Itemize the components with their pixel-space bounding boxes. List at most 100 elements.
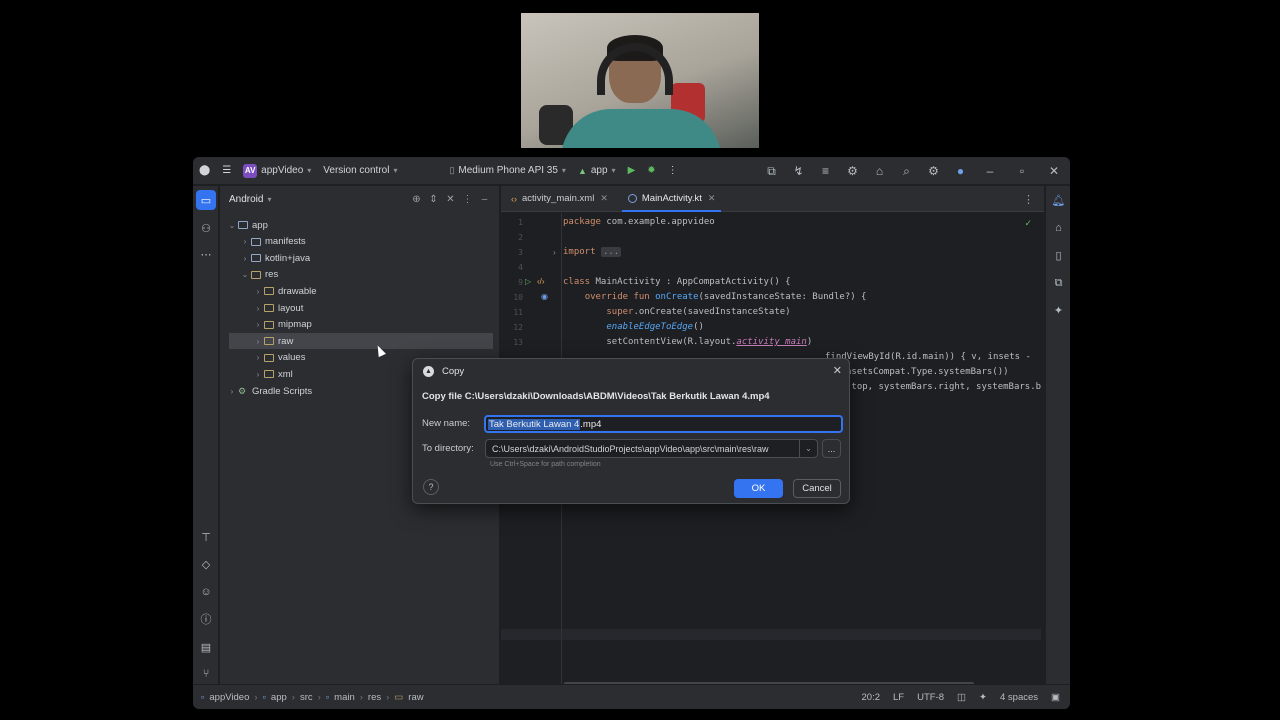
ai-assist-icon[interactable]: ✦ bbox=[979, 692, 987, 703]
indent-setting[interactable]: 4 spaces bbox=[1000, 692, 1038, 703]
breadcrumb-item[interactable]: app bbox=[271, 692, 287, 703]
readonly-toggle-icon[interactable]: ◫ bbox=[957, 692, 966, 703]
breadcrumb-item[interactable]: raw bbox=[408, 692, 423, 703]
caret-position[interactable]: 20:2 bbox=[862, 692, 881, 703]
new-name-input[interactable]: Tak Berkutik Lawan 4 .mp4 bbox=[484, 415, 843, 433]
code-line[interactable]: .top, systemBars.right, systemBars.b bbox=[846, 382, 1041, 392]
tree-item-manifests[interactable]: › manifests bbox=[220, 234, 494, 250]
chevron-right-icon[interactable]: › bbox=[252, 370, 264, 379]
vcs-menu[interactable]: Version control ▾ bbox=[317, 157, 403, 185]
fold-icon[interactable]: › bbox=[553, 248, 556, 257]
ok-button[interactable]: OK bbox=[734, 479, 783, 498]
browse-button[interactable]: ... bbox=[822, 439, 841, 458]
breadcrumb-item[interactable]: res bbox=[368, 692, 381, 703]
git-icon[interactable]: ⑂ bbox=[196, 664, 216, 684]
tree-item-app[interactable]: ⌄ app bbox=[220, 217, 494, 233]
project-folder-icon[interactable]: ▭ bbox=[196, 190, 216, 210]
main-menu-icon[interactable]: ☰ bbox=[216, 157, 237, 185]
tree-item-res[interactable]: ⌄ res bbox=[220, 267, 494, 283]
tree-item-raw[interactable]: › raw bbox=[229, 333, 493, 350]
terminal-icon[interactable]: ▤ bbox=[196, 637, 216, 657]
override-gutter-icon[interactable]: ◉ bbox=[541, 292, 548, 301]
gradle-icon[interactable]: ⌂ bbox=[1049, 218, 1068, 238]
line-number: 10 bbox=[513, 293, 523, 302]
code-line[interactable]: nsetsCompat.Type.systemBars()) bbox=[846, 367, 1009, 377]
chevron-down-icon[interactable]: ⌄ bbox=[799, 440, 817, 457]
settings-icon[interactable]: ⚙ bbox=[920, 157, 947, 185]
chevron-down-icon[interactable]: ⌄ bbox=[239, 270, 251, 279]
code-line[interactable]: enableEdgeToEdge() bbox=[563, 322, 704, 332]
chevron-right-icon[interactable]: › bbox=[252, 287, 264, 296]
tree-item-kotlin-java[interactable]: › kotlin+java bbox=[220, 250, 494, 266]
account-icon[interactable]: ● bbox=[947, 157, 974, 185]
code-line[interactable]: super.onCreate(savedInstanceState) bbox=[563, 307, 790, 317]
apply-changes-icon[interactable]: ↯ bbox=[785, 157, 812, 185]
run-gutter-icon[interactable]: ▷ bbox=[525, 277, 531, 286]
close-window-icon[interactable]: ✕ bbox=[1038, 157, 1070, 185]
close-icon[interactable]: ✕ bbox=[833, 364, 842, 377]
more-tools-icon[interactable]: ⋯ bbox=[196, 244, 216, 264]
expand-all-icon[interactable]: ⇕ bbox=[425, 194, 442, 205]
file-encoding[interactable]: UTF-8 bbox=[917, 692, 944, 703]
maximize-icon[interactable]: ▫ bbox=[1006, 157, 1038, 185]
chevron-right-icon[interactable]: › bbox=[252, 337, 264, 346]
minimize-icon[interactable]: – bbox=[974, 157, 1006, 185]
chevron-right-icon[interactable]: › bbox=[239, 237, 251, 246]
code-line[interactable]: setContentView(R.layout.activity_main) bbox=[563, 337, 812, 347]
chevron-right-icon[interactable]: › bbox=[252, 353, 264, 362]
close-tab-icon[interactable]: ✕ bbox=[600, 193, 608, 204]
chevron-right-icon[interactable]: › bbox=[226, 387, 238, 396]
gemini-sparkle-icon[interactable]: ✦ bbox=[1049, 300, 1068, 320]
locate-icon[interactable]: ⊕ bbox=[408, 194, 425, 205]
tree-item-drawable[interactable]: › drawable bbox=[220, 283, 494, 299]
folded-imports[interactable]: ... bbox=[600, 247, 622, 257]
code-line[interactable]: findViewById(R.id.main)) { v, insets - bbox=[825, 352, 1031, 362]
hide-icon[interactable]: – bbox=[476, 194, 493, 205]
app-quality-icon[interactable]: ◇ bbox=[196, 554, 216, 574]
code-line[interactable]: import ... bbox=[563, 247, 622, 257]
tree-item-layout[interactable]: › layout bbox=[220, 300, 494, 316]
tree-item-mipmap[interactable]: › mipmap bbox=[220, 317, 494, 333]
breadcrumb-item[interactable]: appVideo bbox=[209, 692, 249, 703]
device-manager-icon[interactable]: ⧉ bbox=[758, 157, 785, 185]
breadcrumb-item[interactable]: main bbox=[334, 692, 355, 703]
breadcrumb-item[interactable]: src bbox=[300, 692, 313, 703]
logcat-icon[interactable]: ☺ bbox=[196, 582, 216, 602]
cancel-button[interactable]: Cancel bbox=[793, 479, 841, 498]
problems-icon[interactable]: ⓘ bbox=[196, 609, 216, 629]
collapse-all-icon[interactable]: ✕ bbox=[442, 194, 459, 205]
line-separator[interactable]: LF bbox=[893, 692, 904, 703]
close-tab-icon[interactable]: ✕ bbox=[708, 193, 716, 204]
project-selector[interactable]: AV appVideo ▾ bbox=[237, 157, 317, 185]
sdk-manager-icon[interactable]: ⚙ bbox=[839, 157, 866, 185]
tab-options-icon[interactable]: ⋮ bbox=[1023, 186, 1034, 212]
chevron-right-icon[interactable]: › bbox=[252, 320, 264, 329]
run-config-selector[interactable]: ▲ app ▾ bbox=[572, 157, 622, 185]
code-line[interactable]: override fun onCreate(savedInstanceState… bbox=[563, 292, 867, 302]
sync-icon[interactable]: ≡ bbox=[812, 157, 839, 185]
options-icon[interactable]: ⋮ bbox=[459, 194, 476, 205]
debug-icon[interactable]: ✹ bbox=[641, 157, 661, 185]
lock-icon[interactable]: ▣ bbox=[1051, 692, 1060, 703]
code-line[interactable]: package com.example.appvideo bbox=[563, 217, 715, 227]
device-selector[interactable]: ▯ Medium Phone API 35 ▾ bbox=[443, 157, 571, 185]
to-directory-combo[interactable]: C:\Users\dzaki\AndroidStudioProjects\app… bbox=[485, 439, 818, 458]
tab-activity-main-xml[interactable]: ‹› activity_main.xml ✕ bbox=[501, 186, 618, 212]
tab-main-activity-kt[interactable]: MainActivity.kt ✕ bbox=[618, 186, 726, 212]
android-studio-logo-icon[interactable]: ⬤ bbox=[193, 157, 216, 185]
build-icon[interactable]: ⊤ bbox=[196, 527, 216, 547]
help-button[interactable]: ? bbox=[423, 479, 439, 495]
code-line[interactable]: class MainActivity : AppCompatActivity()… bbox=[563, 277, 791, 287]
chevron-right-icon[interactable]: › bbox=[252, 304, 264, 313]
resource-manager-icon[interactable]: ⚇ bbox=[196, 218, 216, 238]
more-actions-icon[interactable]: ⋮ bbox=[662, 157, 684, 185]
chevron-down-icon[interactable]: ⌄ bbox=[226, 221, 238, 230]
running-devices-icon[interactable]: ⧉ bbox=[1049, 273, 1068, 293]
run-icon[interactable]: ▶ bbox=[622, 157, 642, 185]
notifications-icon[interactable]: 🔔︎ bbox=[1049, 190, 1068, 210]
layout-gutter-icon[interactable]: ‹/› bbox=[537, 277, 545, 286]
chevron-right-icon[interactable]: › bbox=[239, 254, 251, 263]
gemini-icon[interactable]: ⌂ bbox=[866, 157, 893, 185]
search-icon[interactable]: ⌕ bbox=[893, 157, 920, 185]
device-explorer-icon[interactable]: ▯ bbox=[1049, 245, 1068, 265]
